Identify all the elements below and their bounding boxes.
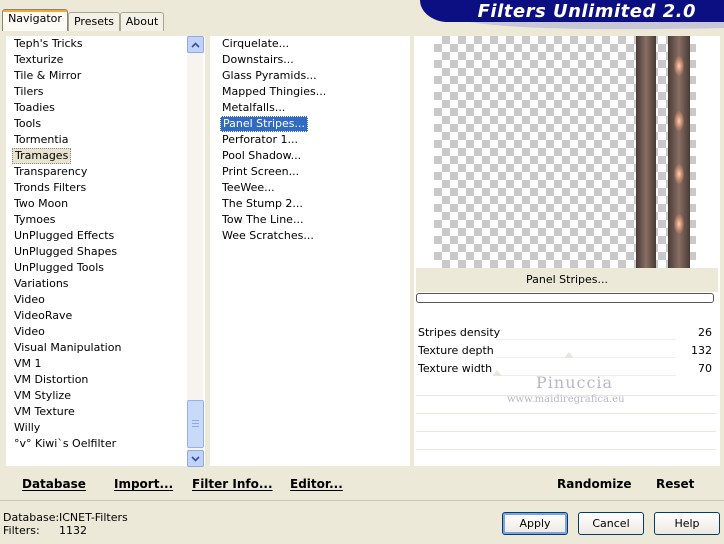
category-item[interactable]: Visual Manipulation [12,340,123,356]
scroll-down-button[interactable] [187,450,204,467]
status-label: Database: [3,511,60,524]
filter-item[interactable]: The Stump 2... [220,196,305,212]
category-item[interactable]: Tronds Filters [12,180,88,196]
filter-item[interactable]: Print Screen... [220,164,301,180]
category-item[interactable]: °v° Kiwi`s Oelfilter [12,436,118,452]
category-item[interactable]: Tymoes [12,212,57,228]
filter-item[interactable]: Downstairs... [220,52,296,68]
preview-image [434,36,696,268]
help-button[interactable]: Help [654,512,720,535]
filter-item[interactable]: Wee Scratches... [220,228,316,244]
category-item[interactable]: UnPlugged Tools [12,260,106,276]
category-item[interactable]: VM Distortion [12,372,90,388]
import-button[interactable]: Import... [114,475,173,493]
category-scrollbar[interactable] [187,36,204,467]
param-label: Texture depth [418,344,494,357]
slider-thumb[interactable] [492,370,502,376]
category-item[interactable]: Teph's Tricks [12,36,85,52]
reset-button[interactable]: Reset [656,475,694,493]
category-item[interactable]: Tormentia [12,132,70,148]
divider [416,449,716,450]
category-item[interactable]: VM 1 [12,356,44,372]
filter-info-button[interactable]: Filter Info... [192,475,273,493]
category-item[interactable]: UnPlugged Effects [12,228,116,244]
filter-item[interactable]: Tow The Line... [220,212,305,228]
param-value: 132 [691,344,712,357]
category-item[interactable]: VideoRave [12,308,74,324]
category-item[interactable]: Tools [12,116,43,132]
cancel-button[interactable]: Cancel [578,512,644,535]
tab-about[interactable]: About [120,12,164,31]
watermark-name: Pinuccia [536,373,614,392]
category-item[interactable]: VM Stylize [12,388,73,404]
filter-item[interactable]: Perforator 1... [220,132,300,148]
banner-swoosh [470,22,724,30]
category-item[interactable]: VM Texture [12,404,77,420]
divider [416,413,716,414]
filter-item[interactable]: Glass Pyramids... [220,68,319,84]
app-title: Filters Unlimited 2.0 [477,1,696,22]
status-database: Database:ICNET-Filters [3,511,128,524]
filter-item[interactable]: Metalfalls... [220,100,287,116]
param-label: Texture width [418,362,493,375]
filter-item[interactable]: Mapped Thingies... [220,84,328,100]
category-item[interactable]: Video [12,324,47,340]
randomize-button[interactable]: Randomize [557,475,631,493]
category-item[interactable]: Variations [12,276,71,292]
status-filters: Filters: 1132 [3,524,87,537]
chevron-down-icon [191,455,200,462]
effect-name: Panel Stripes... [416,268,718,292]
category-item[interactable]: UnPlugged Shapes [12,244,119,260]
editor-button[interactable]: Editor... [290,475,343,493]
scroll-up-button[interactable] [187,36,204,53]
param-value: 70 [698,362,712,375]
app-banner: Filters Unlimited 2.0 [420,0,724,22]
param-stripes-density[interactable]: Stripes density 26 [416,325,716,341]
slider-thumb[interactable] [564,352,574,358]
category-item[interactable]: Tilers [12,84,46,100]
category-item[interactable]: Two Moon [12,196,70,212]
param-label: Stripes density [418,326,501,339]
scroll-thumb[interactable] [187,400,204,448]
category-item[interactable]: Video [12,292,47,308]
filter-item[interactable]: Panel Stripes... [220,116,309,132]
param-value: 26 [698,326,712,339]
category-item[interactable]: Tramages [12,148,72,164]
divider [416,431,716,432]
category-item[interactable]: Toadies [12,100,57,116]
param-texture-depth[interactable]: Texture depth 132 [416,343,716,359]
filter-item[interactable]: Cirquelate... [220,36,291,52]
category-item[interactable]: Transparency [12,164,89,180]
status-value: ICNET-Filters [59,511,128,524]
progress-bar [416,293,714,303]
filter-item[interactable]: TeeWee... [220,180,277,196]
filter-item[interactable]: Pool Shadow... [220,148,303,164]
apply-button[interactable]: Apply [502,512,568,535]
chevron-up-icon [191,41,200,48]
separator [0,500,724,501]
category-item[interactable]: Texturize [12,52,65,68]
tab-presets[interactable]: Presets [68,12,120,31]
category-item[interactable]: Tile & Mirror [12,68,83,84]
watermark-url: www.maidiregrafica.eu [507,394,625,405]
status-value: 1132 [59,524,87,537]
category-item[interactable]: Willy [12,420,42,436]
database-button[interactable]: Database [22,475,86,493]
status-label: Filters: [3,524,40,537]
tab-navigator[interactable]: Navigator [2,9,68,31]
